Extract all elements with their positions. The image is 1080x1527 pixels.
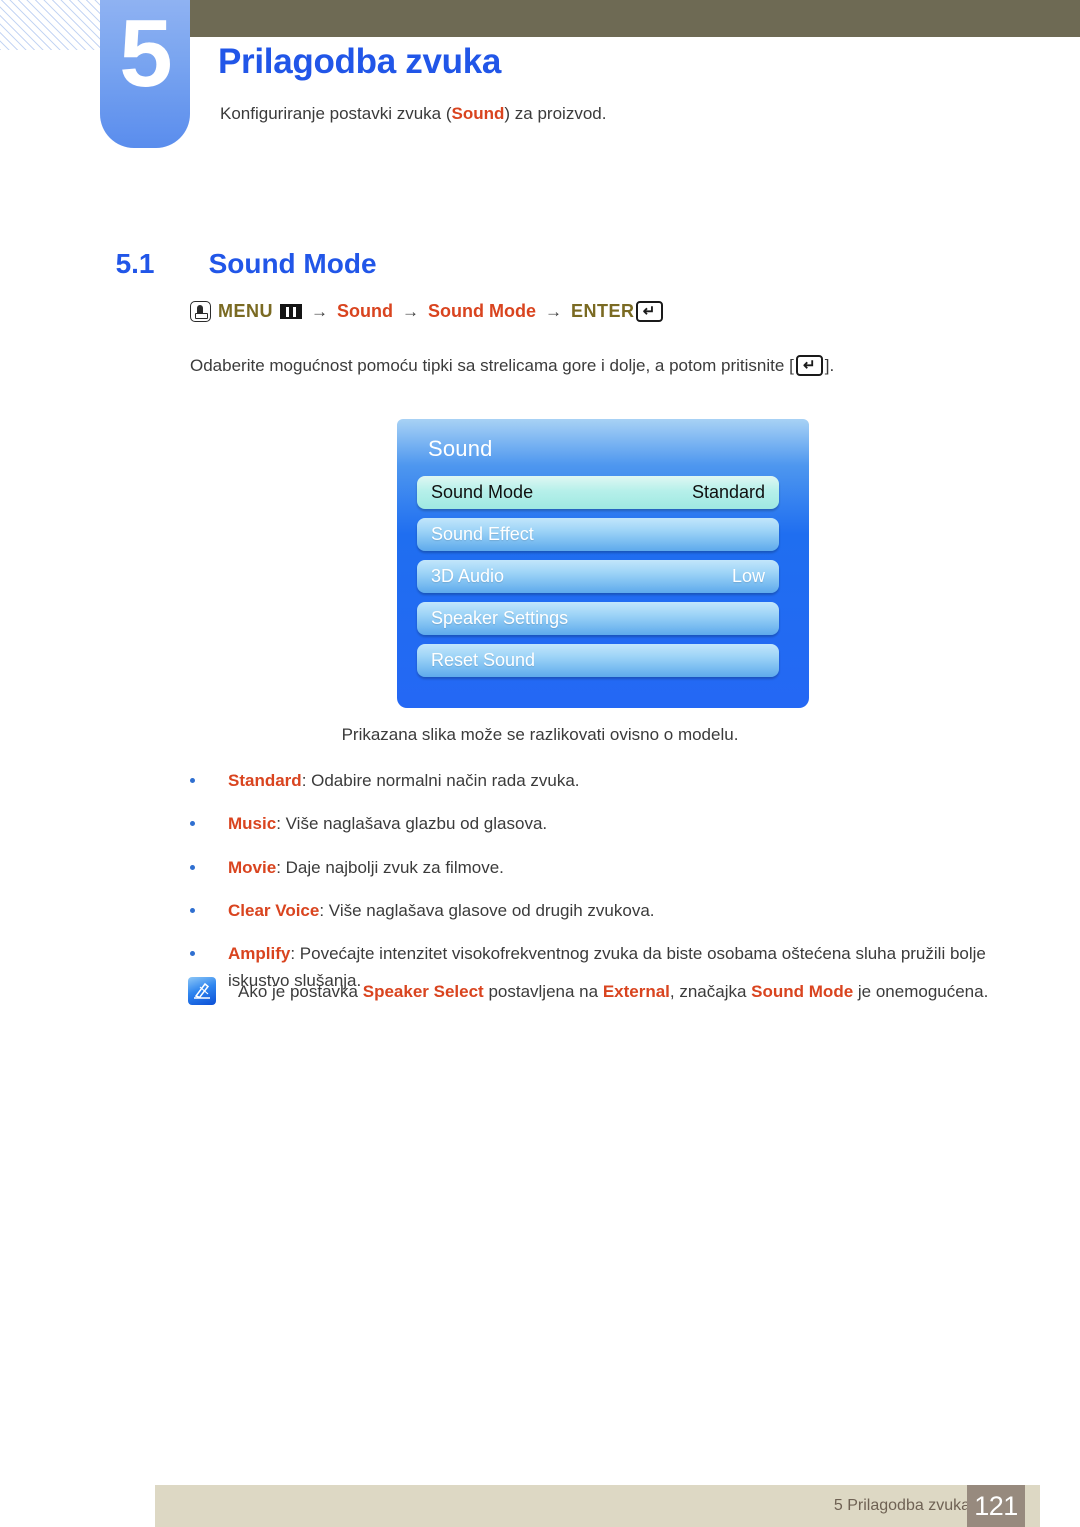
osd-item-label: Sound Effect [431, 524, 534, 544]
osd-item-label: Sound Mode [431, 482, 534, 502]
bullet-term: Music [228, 814, 277, 834]
section-heading: 5.1 Sound Mode [100, 216, 377, 280]
menu-path: MENU → Sound → Sound Mode → ENTER [190, 301, 663, 322]
chapter-description: Konfiguriranje postavki zvuka (Sound) za… [220, 104, 606, 124]
note-part-4: je onemogućena. [853, 982, 989, 1001]
page-number: 121 [967, 1485, 1025, 1527]
bullet-dot-icon [190, 778, 195, 783]
osd-menu-list: Sound Mode Standard Sound Effect 3D Audi… [417, 476, 779, 686]
enter-key-icon [635, 301, 663, 322]
enter-label: ENTER [570, 301, 635, 321]
osd-item-value: Standard [691, 482, 765, 502]
list-item: Music: Više naglašava glazbu od glasova. [188, 811, 1008, 837]
list-item: Movie: Daje najbolji zvuk za filmove. [188, 855, 1008, 881]
note-part-1: Ako je postavka [238, 982, 363, 1001]
menu-label: MENU [218, 301, 273, 321]
footer-chapter-label: 5 Prilagodba zvuka [833, 1497, 970, 1514]
bullet-dot-icon [190, 951, 195, 957]
bullet-dot-icon [190, 821, 195, 827]
osd-item-label: 3D Audio [431, 566, 505, 586]
path-arrow-3: → [544, 301, 562, 321]
osd-item-label: Speaker Settings [431, 608, 569, 628]
note-term-sound-mode: Sound Mode [751, 982, 854, 1001]
bullet-text: : Više naglašava glazbu od glasova. [276, 814, 548, 834]
menu-path-item-sound-mode: Sound Mode [428, 301, 536, 321]
sound-mode-option-list: Standard: Odabire normalni način rada zv… [188, 768, 1008, 1011]
enter-key-icon [795, 355, 823, 376]
path-arrow-1: → [311, 301, 328, 321]
list-item: Standard: Odabire normalni način rada zv… [188, 768, 1008, 794]
path-arrow-2: → [402, 301, 419, 321]
section-title: Sound Mode [208, 248, 377, 279]
bullet-dot-icon [190, 908, 195, 914]
osd-menu-panel: Sound Sound Mode Standard Sound Effect 3… [397, 419, 809, 708]
note-term-external: External [602, 982, 670, 1001]
bullet-term: Standard [228, 771, 302, 790]
press-button-icon [190, 301, 211, 322]
osd-menu-item-sound-effect[interactable]: Sound Effect [417, 518, 779, 551]
instruction-text-after: ]. [824, 355, 835, 375]
chapter-description-before: Konfiguriranje postavki zvuka ( [220, 104, 452, 123]
chapter-description-accent: Sound [451, 104, 505, 123]
section-number: 5.1 [115, 248, 155, 279]
chapter-title: Prilagodba zvuka [218, 42, 502, 81]
menu-bars-icon [280, 304, 302, 319]
osd-item-value: Low [731, 566, 765, 586]
note-part-3: , značajka [669, 982, 752, 1001]
note-pencil-icon [188, 977, 216, 1005]
chapter-description-after: ) za proizvod. [504, 104, 607, 123]
osd-panel-title: Sound [428, 436, 493, 461]
bullet-text: : Odabire normalni način rada zvuka. [301, 771, 580, 790]
list-item: Clear Voice: Više naglašava glasove od d… [188, 898, 1008, 924]
menu-path-item-sound: Sound [337, 301, 393, 321]
note-box: Ako je postavka Speaker Select postavlje… [188, 976, 1018, 1005]
osd-caption: Prikazana slika može se razlikovati ovis… [341, 725, 739, 744]
chapter-number-block: 5 [100, 0, 190, 148]
bullet-dot-icon [190, 864, 195, 870]
bullet-term: Clear Voice [228, 901, 320, 921]
instruction-paragraph: Odaberite mogućnost pomoću tipki sa stre… [190, 355, 834, 376]
note-part-2: postavljena na [483, 982, 603, 1001]
bullet-term: Movie [228, 857, 277, 877]
note-term-speaker-select: Speaker Select [362, 982, 484, 1001]
osd-menu-item-speaker-settings[interactable]: Speaker Settings [417, 602, 779, 635]
note-text: Ako je postavka Speaker Select postavlje… [238, 976, 988, 1005]
instruction-text-before: Odaberite mogućnost pomoću tipki sa stre… [190, 355, 794, 375]
osd-menu-item-sound-mode[interactable]: Sound Mode Standard [417, 476, 779, 509]
bullet-text: : Daje najbolji zvuk za filmove. [276, 857, 504, 877]
bullet-term: Amplify [228, 944, 291, 964]
osd-item-label: Reset Sound [431, 650, 536, 670]
bullet-text: : Više naglašava glasove od drugih zvuko… [319, 901, 655, 921]
header-olive-bar [190, 0, 1080, 37]
osd-menu-item-reset-sound[interactable]: Reset Sound [417, 644, 779, 677]
osd-menu-item-3d-audio[interactable]: 3D Audio Low [417, 560, 779, 593]
chapter-number: 5 [119, 0, 172, 107]
